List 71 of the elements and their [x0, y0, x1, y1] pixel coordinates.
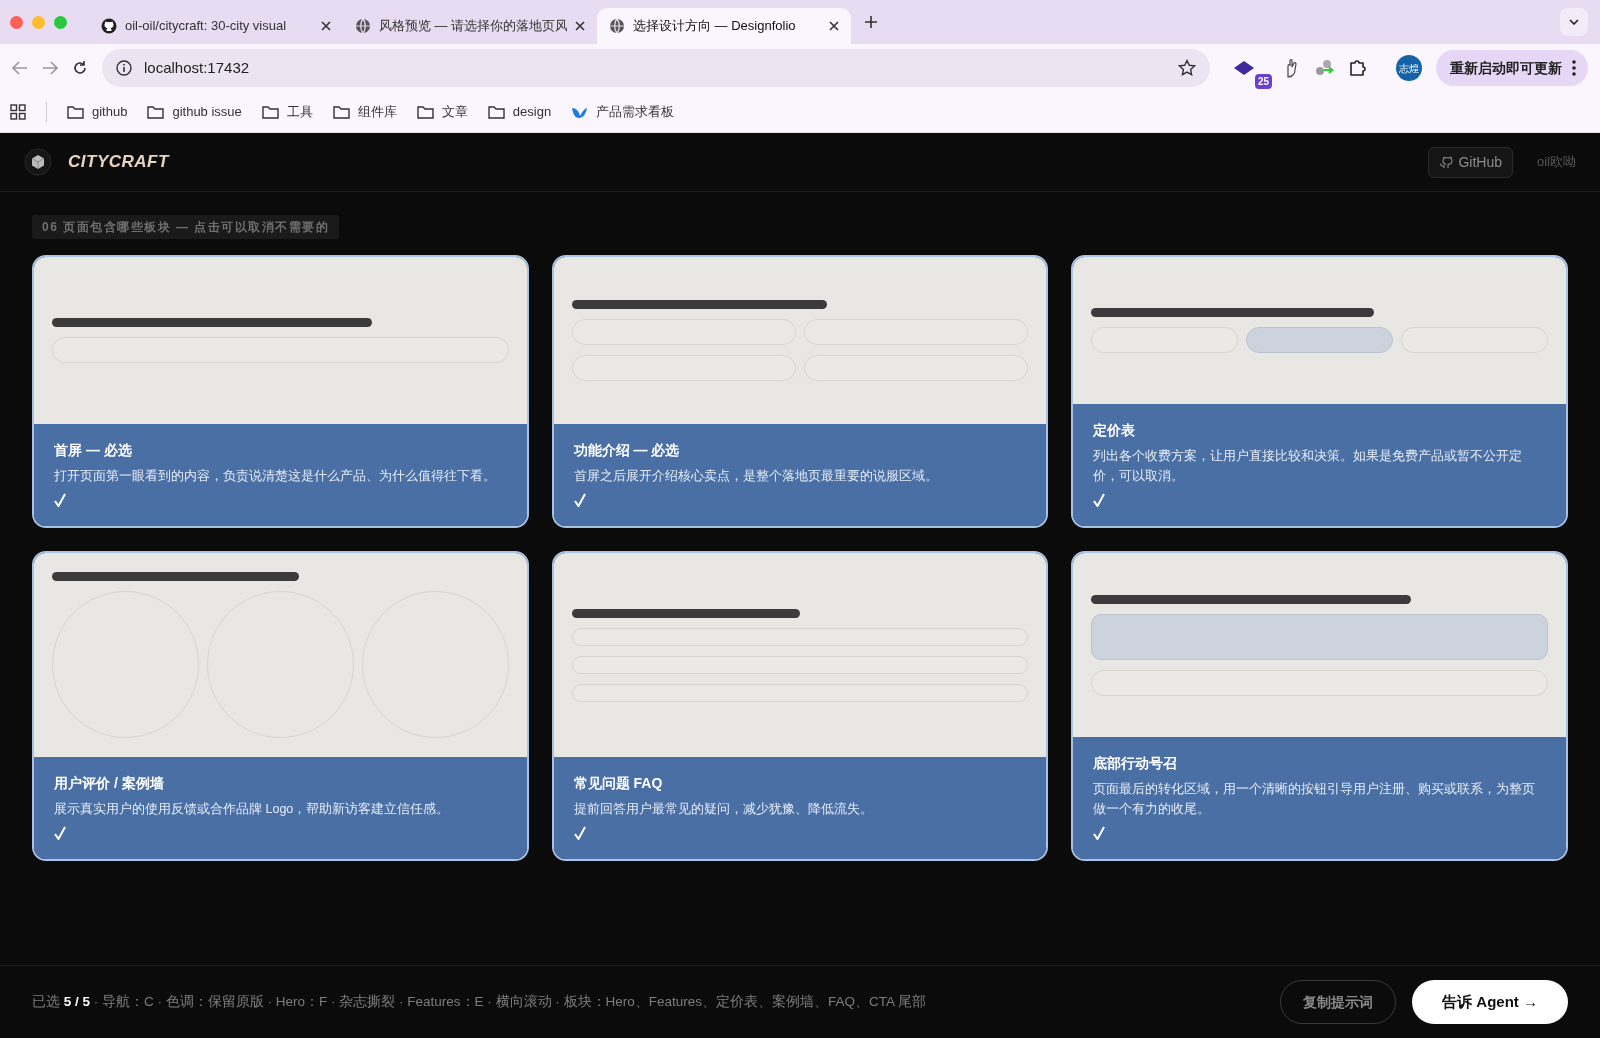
section-card[interactable]: 功能介绍 — 必选 首屏之后展开介绍核心卖点，是整个落地页最重要的说服区域。	[551, 255, 1049, 528]
bookmark[interactable]: 组件库	[332, 102, 397, 122]
github-button[interactable]: GitHub	[1428, 146, 1513, 178]
section-card[interactable]: 常见问题 FAQ 提前回答用户最常见的疑问，减少犹豫、降低流失。	[551, 551, 1049, 861]
folder-icon	[147, 104, 165, 120]
user-name: oil欧呦	[1537, 153, 1576, 172]
apps-icon[interactable]	[10, 104, 26, 120]
check-icon	[573, 826, 586, 840]
chevron-down-icon	[1569, 19, 1579, 25]
star-icon[interactable]	[1178, 59, 1196, 77]
section-card[interactable]: 用户评价 / 案例墙 展示真实用户的使用反馈或合作品牌 Logo，帮助新访客建立信任感。	[32, 551, 529, 861]
folder-icon	[67, 104, 84, 120]
section-title: 用户评价 / 案例墙	[54, 774, 165, 793]
check-icon	[1093, 493, 1106, 507]
folder-icon	[487, 104, 505, 120]
check-icon	[54, 826, 66, 840]
globe-icon	[355, 18, 371, 34]
section-description: 页面最后的转化区域，用一个清晰的按钮引导用户注册、购买或联系，为整页做一个有力的收尾。	[1093, 781, 1537, 818]
bookmark[interactable]: 工具	[261, 102, 313, 122]
selection-summary: 已选 5 / 5 · 导航：C · 色调：保留原版 · Hero：F · 杂志撕裂 · Features：E · 横向滚动 · 板块：Hero、Features、定价表、案例墙、FAQ、CTA 尾部	[32, 992, 927, 1011]
brand-name: CITYCRAFT	[68, 151, 169, 174]
step-label: 06 页面包含哪些板块 — 点击可以取消不需要的	[32, 215, 340, 239]
section-title: 功能介绍 — 必选	[573, 441, 681, 460]
puzzle-icon[interactable]	[1348, 58, 1368, 78]
bookmark[interactable]: 文章	[416, 102, 468, 122]
info-icon	[116, 60, 132, 76]
section-card[interactable]: 定价表 列出各个收费方案，让用户直接比较和决策。如果是免费产品或暂不公开定价，可以取消。	[1071, 255, 1568, 528]
section-description: 打开页面第一眼看到的内容，负责说清楚这是什么产品、为什么值得往下看。	[54, 468, 497, 485]
address-bar[interactable]: localhost:17432	[102, 49, 1210, 87]
folder-icon	[332, 104, 350, 120]
section-title: 首屏 — 必选	[54, 441, 133, 460]
section-title: 常见问题 FAQ	[573, 774, 664, 793]
tell-agent-button[interactable]: 告诉 Agent →	[1412, 980, 1568, 1024]
section-title: 底部行动号召	[1093, 754, 1179, 773]
cube-logo-icon	[24, 148, 52, 176]
folder-icon	[261, 104, 279, 120]
github-icon	[101, 18, 117, 34]
more-icon	[1572, 60, 1576, 76]
profile-avatar[interactable]: 志煌	[1396, 55, 1422, 81]
folder-icon	[416, 104, 434, 120]
section-card[interactable]: 底部行动号召 页面最后的转化区域，用一个清晰的按钮引导用户注册、购买或联系，为整页做一个有力的收尾。	[1071, 551, 1568, 861]
globe-icon	[609, 18, 625, 34]
bookmark[interactable]: design	[487, 102, 552, 122]
check-icon	[1093, 826, 1106, 840]
update-button[interactable]: 重新启动即可更新	[1436, 50, 1588, 86]
check-icon	[54, 493, 66, 507]
browser-tab[interactable]: 选择设计方向 — Designfolio	[597, 8, 851, 44]
back-icon[interactable]	[12, 61, 28, 75]
section-description: 列出各个收费方案，让用户直接比较和决策。如果是免费产品或暂不公开定价，可以取消。	[1093, 448, 1524, 485]
close-tab-icon[interactable]	[829, 21, 839, 31]
tab-list-button[interactable]	[1560, 8, 1588, 36]
close-tab-icon[interactable]	[575, 21, 585, 31]
bookmark[interactable]: github issue	[147, 102, 242, 122]
section-description: 首屏之后展开介绍核心卖点，是整个落地页最重要的说服区域。	[573, 468, 939, 485]
new-tab-icon[interactable]	[865, 16, 877, 28]
close-tab-icon[interactable]	[321, 21, 331, 31]
extension-badge: 25	[1254, 74, 1272, 89]
browser-tab[interactable]: 风格预览 — 请选择你的落地页风	[343, 8, 597, 44]
reload-icon[interactable]	[72, 60, 88, 76]
extension-icon[interactable]	[1234, 61, 1254, 75]
browser-tab[interactable]: oil-oil/citycraft: 30-city visual	[89, 8, 343, 44]
section-description: 展示真实用户的使用反馈或合作品牌 Logo，帮助新访客建立信任感。	[54, 801, 451, 818]
check-icon	[573, 493, 586, 507]
github-icon	[1439, 155, 1454, 169]
bookmark[interactable]: 产品需求看板	[571, 102, 675, 122]
section-description: 提前回答用户最常见的疑问，减少犹豫、降低流失。	[573, 801, 874, 818]
section-title: 定价表	[1093, 421, 1137, 440]
bookmark[interactable]: github	[67, 102, 128, 122]
molecule-icon[interactable]	[1314, 58, 1334, 78]
section-card[interactable]: 首屏 — 必选 打开页面第一眼看到的内容，负责说清楚这是什么产品、为什么值得往下看。	[32, 255, 529, 528]
forward-icon[interactable]	[42, 61, 58, 75]
